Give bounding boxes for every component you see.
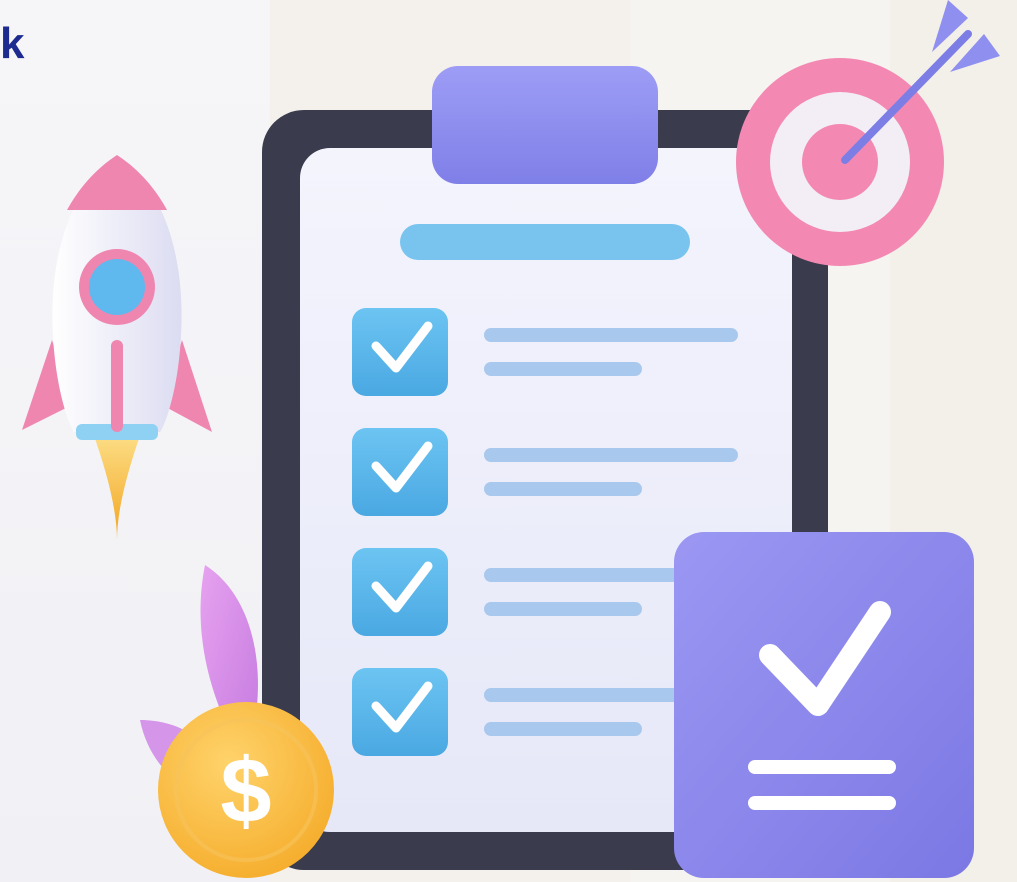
checkbox-checked-icon [352,308,448,396]
rocket-flame [92,430,142,540]
checklist-line [484,722,642,736]
checklist-line [484,362,642,376]
clipboard-title-bar [400,224,690,260]
coin-icon: $ [158,702,334,878]
rocket-stripe [111,340,123,432]
approval-card [674,532,974,878]
coin-symbol: $ [220,740,271,842]
checkbox-checked-icon [352,548,448,636]
card-line [748,760,896,774]
rocket-nose [67,155,167,210]
checkbox-checked-icon [352,428,448,516]
target-icon [736,0,1000,266]
checklist-line [484,482,642,496]
checklist-line [484,448,738,462]
checklist-line [484,328,738,342]
clipboard-clip [432,66,658,184]
rocket-icon [22,155,212,540]
checklist-line [484,602,642,616]
checkbox-checked-icon [352,668,448,756]
card-line [748,796,896,810]
checklist-illustration: $ [22,0,1000,878]
rocket-window [89,259,145,315]
